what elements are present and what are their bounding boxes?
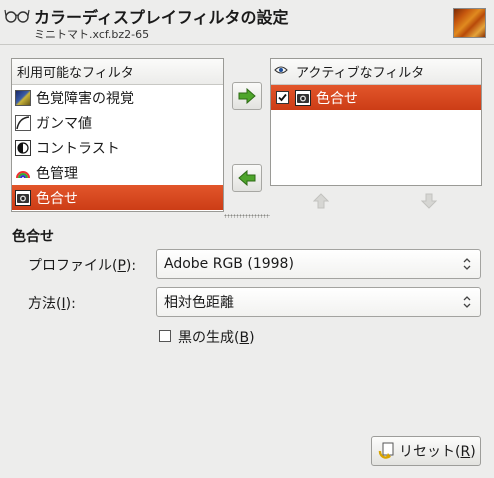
image-thumbnail [453,8,486,38]
available-item-color-deficient[interactable]: 色覚障害の視覚 [12,85,223,110]
proof-icon [15,189,31,206]
active-filters-header-label: アクティブなフィルタ [296,66,425,81]
updown-chevron-icon [463,258,471,270]
available-filters-header[interactable]: 利用可能なフィルタ [12,59,223,85]
updown-chevron-icon [463,296,471,308]
available-item-proof[interactable]: 色合せ [12,185,223,210]
profile-label: プロファイル(P): [28,258,137,274]
move-down-icon[interactable] [421,193,437,209]
color-deficient-icon [15,89,31,106]
method-select-value: 相対色距離 [164,295,234,311]
active-filters-list[interactable]: アクティブなフィルタ 色合せ [270,58,482,186]
reset-icon [378,442,394,459]
profile-select[interactable]: Adobe RGB (1998) [156,249,481,279]
active-item-checkbox[interactable] [276,91,289,104]
available-item-label: 色合せ [36,190,78,207]
filter-settings-title: 色合せ [12,229,54,245]
gamma-curve-icon [15,114,31,131]
contrast-icon [15,139,31,156]
available-item-label: 色管理 [36,165,78,182]
reset-button[interactable]: リセット(R) [371,436,481,466]
arrow-right-icon [238,88,256,104]
available-item-color-management[interactable]: 色管理 [12,160,223,185]
active-item-proof[interactable]: 色合せ [271,85,481,110]
glasses-icon [4,9,30,23]
active-item-label: 色合せ [316,90,358,107]
color-management-icon [15,165,31,181]
method-select[interactable]: 相対色距離 [156,287,481,317]
image-name: ミニトマト.xcf.bz2-65 [34,28,150,41]
move-up-icon[interactable] [313,193,329,209]
available-item-label: コントラスト [36,140,120,157]
available-item-label: 色覚障害の視覚 [36,90,134,107]
available-item-gamma[interactable]: ガンマ値 [12,110,223,135]
eye-icon [274,64,290,79]
available-filters-list[interactable]: 利用可能なフィルタ 色覚障害の視覚 ガンマ値 コントラスト 色管理 色合せ [11,58,224,212]
blackpoint-label[interactable]: 黒の生成(B) [178,327,255,347]
proof-icon [295,89,311,106]
pane-resize-grip[interactable] [224,214,270,218]
method-label: 方法(I): [28,296,76,312]
reset-label: リセット(R) [399,444,476,460]
dialog-header: カラーディスプレイフィルタの設定 ミニトマト.xcf.bz2-65 [0,0,494,44]
remove-filter-button[interactable] [232,164,262,192]
blackpoint-checkbox[interactable] [159,330,171,342]
active-filters-header[interactable]: アクティブなフィルタ [271,59,481,85]
available-item-label: ガンマ値 [36,115,92,132]
available-item-contrast[interactable]: コントラスト [12,135,223,160]
dialog-title: カラーディスプレイフィルタの設定 [34,8,289,27]
header-separator [0,44,494,45]
add-filter-button[interactable] [232,82,262,110]
profile-select-value: Adobe RGB (1998) [164,256,294,272]
arrow-left-icon [238,170,256,186]
